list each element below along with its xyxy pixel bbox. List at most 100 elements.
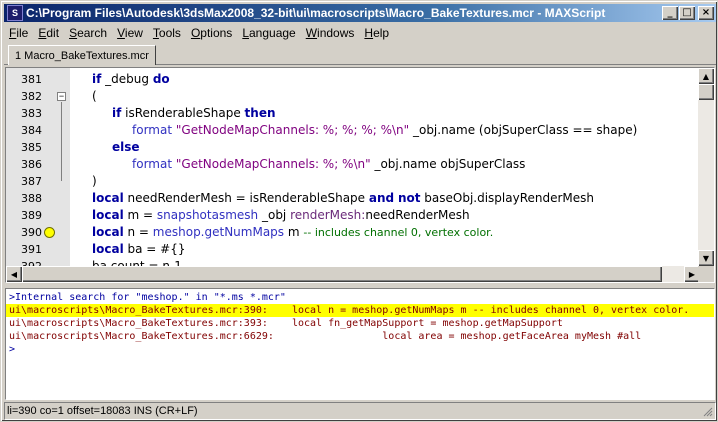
output-line[interactable]: > xyxy=(9,343,15,356)
resize-grip-icon[interactable] xyxy=(701,405,713,417)
line-number: 381 xyxy=(21,73,42,86)
code-token: m xyxy=(284,225,304,239)
code-token-kw: then xyxy=(244,106,276,120)
editor-vertical-scrollbar[interactable]: ▲ ▼ xyxy=(698,68,714,266)
menu-label-rest: elp xyxy=(373,26,390,40)
breakpoint-marker-icon[interactable] xyxy=(44,227,55,238)
line-number: 386 xyxy=(21,158,42,171)
code-token: ) xyxy=(92,174,97,188)
menu-label-rest: indows xyxy=(317,26,355,40)
code-editor[interactable]: 381382383384385386387388389390391392− if… xyxy=(5,67,715,283)
menu-item-language[interactable]: Language xyxy=(237,26,300,40)
menu-label-rest: dit xyxy=(46,26,60,40)
output-line[interactable]: ui\macroscripts\Macro_BakeTextures.mcr:6… xyxy=(9,330,641,343)
menu-label-rest: iew xyxy=(124,26,143,40)
menu-item-help[interactable]: Help xyxy=(359,26,394,40)
code-line[interactable]: ba.count = n-1 xyxy=(92,258,182,266)
code-token-fn: meshop.getNumMaps xyxy=(152,225,285,239)
menu-label-rest: anguage xyxy=(249,26,296,40)
menu-item-search[interactable]: Search xyxy=(64,26,112,40)
line-number: 384 xyxy=(21,124,42,137)
code-line[interactable]: local needRenderMesh = isRenderableShape… xyxy=(92,190,594,207)
scroll-down-arrow-icon[interactable]: ▼ xyxy=(698,250,714,266)
code-token-kw: if xyxy=(92,72,102,86)
output-line[interactable]: >Internal search for "meshop." in "*.ms … xyxy=(9,291,286,304)
code-token-str: "GetNodeMapChannels: %; %; %; %\n" xyxy=(175,123,410,137)
horizontal-scroll-thumb[interactable] xyxy=(22,266,662,282)
code-line[interactable]: if isRenderableShape then xyxy=(112,105,276,122)
menu-item-file[interactable]: File xyxy=(4,26,33,40)
menu-label-rest: earch xyxy=(77,26,108,40)
code-line[interactable]: local ba = #{} xyxy=(92,241,185,258)
code-line[interactable]: local n = meshop.getNumMaps m -- include… xyxy=(92,224,493,241)
maximize-button[interactable]: □ xyxy=(679,6,695,20)
code-token: baseObj.displayRenderMesh xyxy=(420,191,595,205)
menu-label-rest: ools xyxy=(158,26,181,40)
code-token-kw: local xyxy=(92,208,124,222)
line-number: 391 xyxy=(21,243,42,256)
menu-accelerator: H xyxy=(364,26,374,40)
code-line[interactable]: format "GetNodeMapChannels: %; %; %; %\n… xyxy=(132,122,637,139)
editor-horizontal-scrollbar[interactable]: ◀ ▶ xyxy=(6,266,700,282)
scroll-thumb[interactable] xyxy=(698,84,714,100)
code-token: ba = #{} xyxy=(123,242,186,256)
code-token-kw: if xyxy=(112,106,122,120)
code-token-kw: do xyxy=(152,72,170,86)
window-title: C:\Program Files\Autodesk\3dsMax2008_32-… xyxy=(26,6,606,20)
code-token: m = xyxy=(123,208,157,222)
code-line[interactable]: ) xyxy=(92,173,97,190)
code-token-kw: local xyxy=(92,191,124,205)
menu-bar: File Edit Search View Tools Options Language Wi… xyxy=(4,24,716,42)
code-token-kw: not xyxy=(397,191,421,205)
code-token: isRenderableShape xyxy=(121,106,245,120)
output-line-highlighted[interactable]: ui\macroscripts\Macro_BakeTextures.mcr:3… xyxy=(6,304,714,317)
code-token-fn: snapshotasmesh xyxy=(156,208,259,222)
maxscript-app-icon[interactable]: S xyxy=(7,5,23,21)
fold-collapse-icon[interactable]: − xyxy=(57,92,66,101)
status-bar: li=390 co=1 offset=18083 INS (CR+LF) xyxy=(4,402,716,420)
menu-item-tools[interactable]: Tools xyxy=(148,26,186,40)
output-pane[interactable]: >Internal search for "meshop." in "*.ms … xyxy=(5,288,715,400)
code-line[interactable]: format "GetNodeMapChannels: %; %\n" _obj… xyxy=(132,156,525,173)
scroll-left-arrow-icon[interactable]: ◀ xyxy=(6,266,22,282)
code-token-cm: -- includes channel 0, vertex color. xyxy=(303,226,494,239)
scroll-up-arrow-icon[interactable]: ▲ xyxy=(698,68,714,84)
code-line[interactable]: else xyxy=(112,139,140,156)
code-line[interactable]: ( xyxy=(92,88,97,105)
close-button[interactable]: × xyxy=(698,6,714,20)
code-token-kw: local xyxy=(92,242,124,256)
menu-accelerator: V xyxy=(117,26,125,40)
menu-item-view[interactable]: View xyxy=(112,26,148,40)
code-token: _obj.name (objSuperClass == shape) xyxy=(409,123,638,137)
tab-macro-baketextures[interactable]: 1 Macro_BakeTextures.mcr xyxy=(8,45,156,65)
code-token-fn: format xyxy=(132,123,173,137)
code-token-pk: renderMesh: xyxy=(290,208,366,222)
title-bar[interactable]: S C:\Program Files\Autodesk\3dsMax2008_3… xyxy=(4,4,716,22)
line-number: 390 xyxy=(21,226,42,239)
menu-item-edit[interactable]: Edit xyxy=(33,26,64,40)
code-token: ( xyxy=(92,89,97,103)
menu-accelerator: W xyxy=(305,26,318,40)
scrollbar-corner xyxy=(698,266,714,282)
code-area[interactable]: if _debug do(if isRenderableShape then fo… xyxy=(70,68,698,266)
tab-strip: 1 Macro_BakeTextures.mcr xyxy=(4,43,716,65)
menu-label-rest: ile xyxy=(16,26,29,40)
code-line[interactable]: local m = snapshotasmesh _obj renderMesh… xyxy=(92,207,470,224)
status-text: li=390 co=1 offset=18083 INS (CR+LF) xyxy=(7,405,198,417)
menu-item-options[interactable]: Options xyxy=(186,26,237,40)
code-token-kw: else xyxy=(112,140,140,154)
output-line[interactable]: ui\macroscripts\Macro_BakeTextures.mcr:3… xyxy=(9,317,563,330)
menu-item-windows[interactable]: Windows xyxy=(301,26,360,40)
code-token-kw: local xyxy=(92,225,124,239)
code-token: ba.count = n-1 xyxy=(92,259,182,266)
code-line[interactable]: if _debug do xyxy=(92,71,170,88)
code-token: _obj.name objSuperClass xyxy=(370,157,526,171)
menu-accelerator: S xyxy=(69,26,78,40)
minimize-button[interactable]: _ xyxy=(662,6,678,20)
menu-label-rest: ptions xyxy=(200,26,233,40)
line-number-gutter[interactable]: 381382383384385386387388389390391392− xyxy=(6,68,70,273)
code-token: n = xyxy=(123,225,153,239)
code-token: _debug xyxy=(101,72,153,86)
code-token-kw: and xyxy=(368,191,395,205)
line-number: 388 xyxy=(21,192,42,205)
